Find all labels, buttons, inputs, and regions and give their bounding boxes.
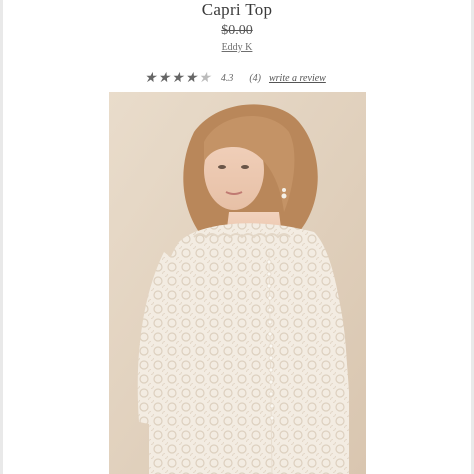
star-icon: ★ bbox=[144, 71, 157, 86]
brand-line: Eddy K bbox=[0, 42, 474, 53]
rating-row: ★ ★ ★ ★ ★ 4.3 (4) write a review bbox=[144, 70, 326, 87]
star-icon: ★ bbox=[157, 71, 171, 86]
star-icon: ★ bbox=[171, 71, 184, 86]
left-rail bbox=[0, 0, 3, 474]
star-icon: ★ bbox=[184, 71, 198, 86]
star-rating: ★ ★ ★ ★ ★ bbox=[144, 70, 211, 87]
write-review-link[interactable]: write a review bbox=[269, 73, 326, 84]
product-image[interactable] bbox=[109, 92, 366, 474]
price-value: $0.00 bbox=[221, 23, 253, 38]
product-price: $0.00 bbox=[0, 23, 474, 39]
model-photo bbox=[109, 92, 366, 474]
half-star-icon: ★ bbox=[198, 71, 211, 86]
rating-value: 4.3 bbox=[220, 73, 234, 84]
product-title: Capri Top bbox=[201, 0, 273, 19]
review-count: (4) bbox=[249, 73, 261, 84]
brand-link[interactable]: Eddy K bbox=[222, 42, 253, 53]
